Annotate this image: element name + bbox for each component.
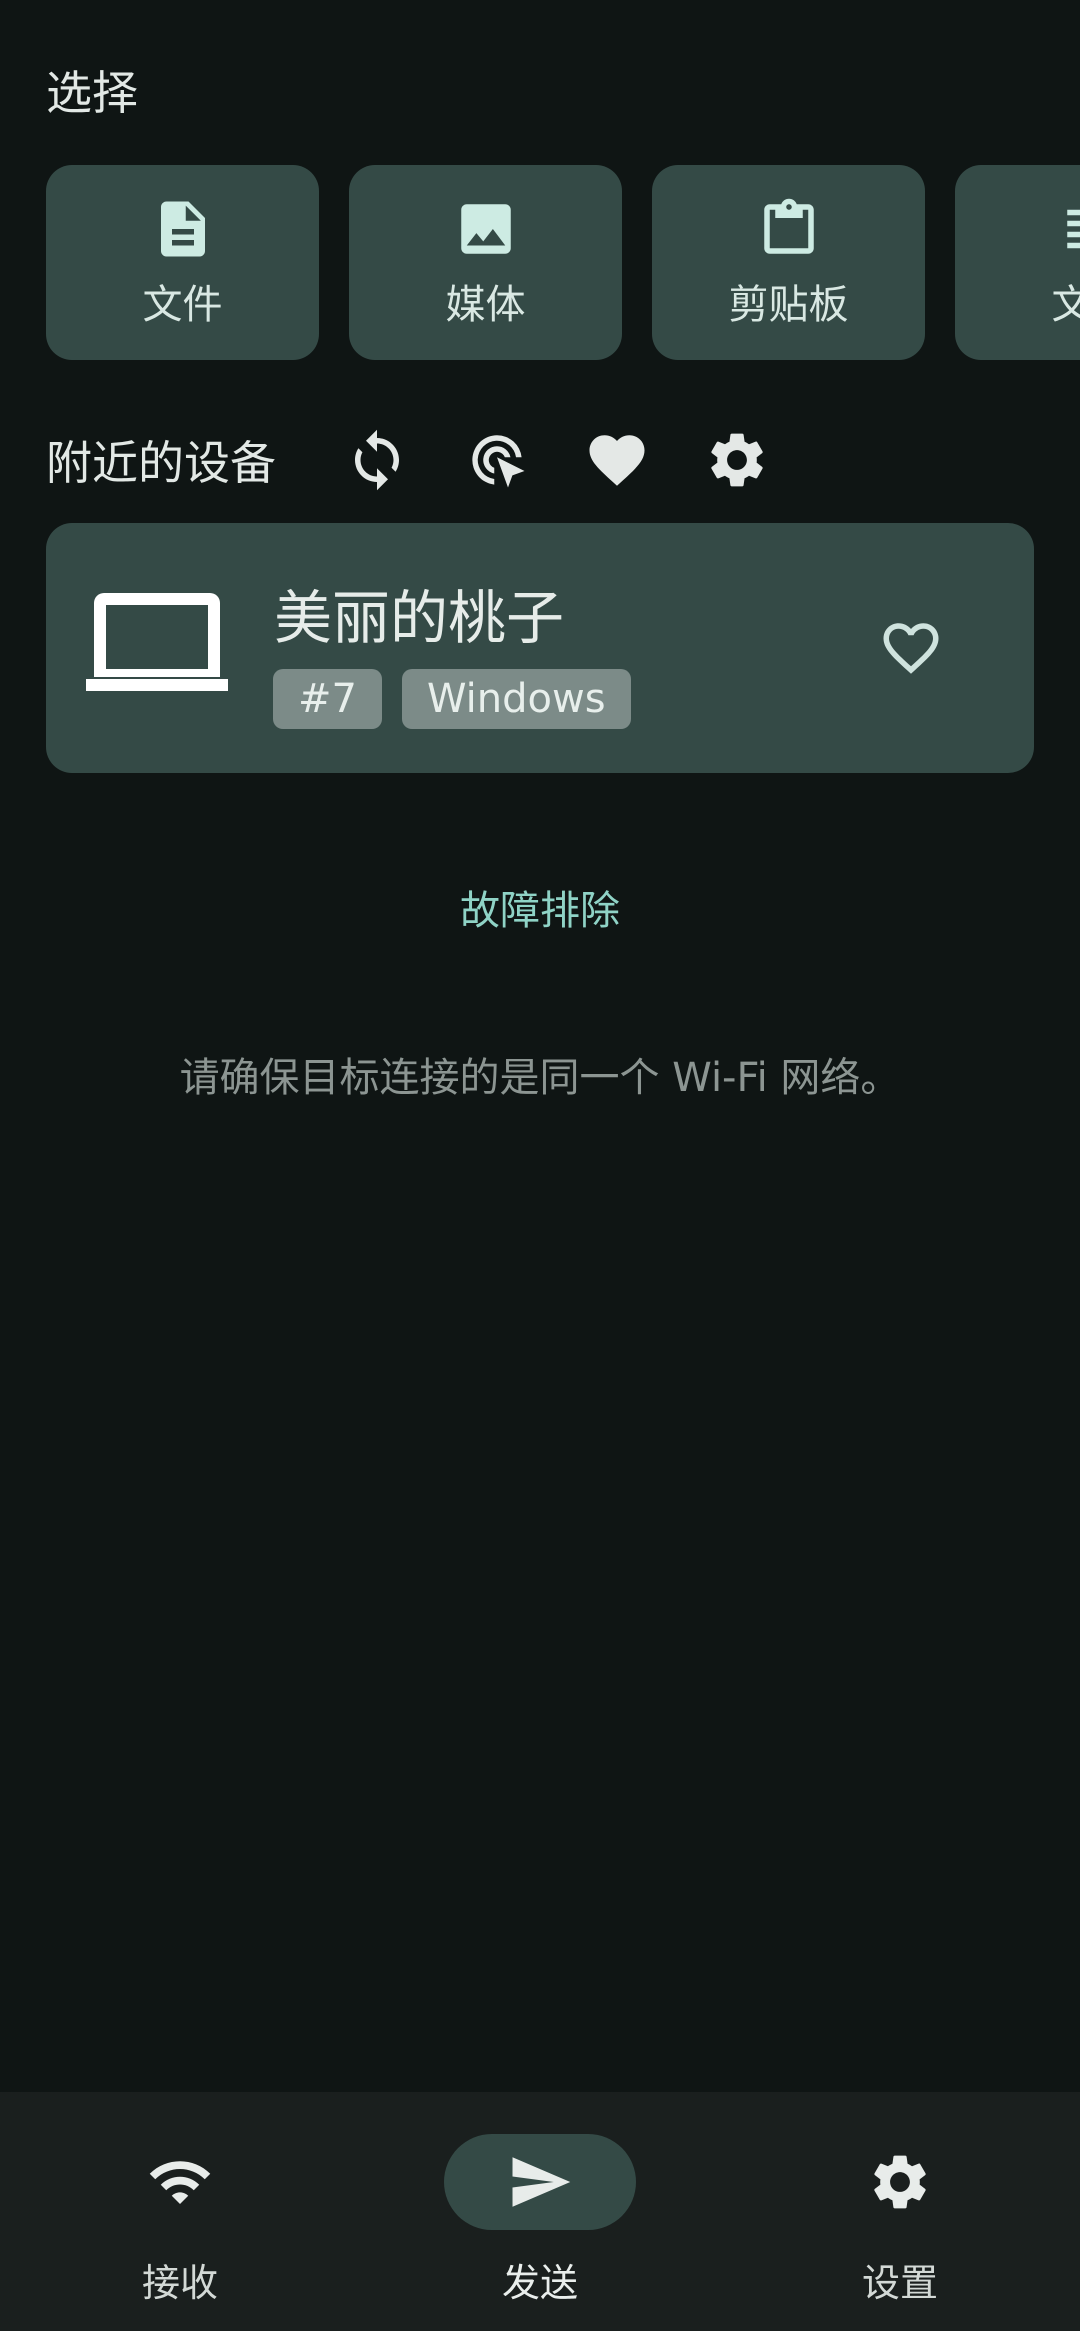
nearby-devices-title: 附近的设备 (46, 436, 276, 490)
manual-connect-button[interactable] (457, 420, 537, 500)
nearby-devices-header: 附近的设备 (46, 420, 276, 500)
nav-receive-indicator (84, 2134, 276, 2230)
pick-file-button[interactable]: 文件 (46, 165, 319, 360)
image-icon (460, 203, 511, 254)
laptop-icon (86, 583, 228, 711)
nav-settings-label: 设置 (861, 2261, 938, 2305)
pick-clipboard-button[interactable]: 剪贴板 (652, 165, 925, 360)
device-name: 美丽的桃子 (274, 584, 565, 652)
device-favorite-button[interactable] (876, 613, 946, 683)
pick-clipboard-label: 剪贴板 (728, 281, 849, 328)
scan-target-icon (472, 435, 525, 488)
clipboard-icon (763, 198, 814, 254)
send-settings-button[interactable] (697, 420, 777, 500)
select-section-title: 选择 (46, 66, 138, 120)
device-card[interactable]: 美丽的桃子 #7 Windows (46, 523, 1034, 773)
pick-text-label: 文本 (1051, 281, 1080, 328)
nav-receive[interactable]: 接收 (80, 2134, 280, 2305)
wifi-hint-text: 请确保目标连接的是同一个 Wi-Fi 网络。 (179, 1055, 901, 1101)
nav-send[interactable]: 发送 (440, 2134, 640, 2305)
send-icon (512, 2157, 571, 2207)
pick-text-button[interactable]: 文本 (955, 165, 1080, 360)
pick-media-label: 媒体 (445, 281, 526, 328)
favorites-heart-icon (589, 435, 645, 486)
text-icon (1066, 209, 1080, 248)
refresh-icon (355, 429, 399, 491)
file-icon (160, 201, 205, 256)
nav-send-label: 发送 (501, 2261, 578, 2305)
bottom-navigation: 接收 发送 设置 (0, 2092, 1080, 2331)
pick-button-row[interactable]: 文件 媒体 剪贴板 文本 (0, 165, 1080, 360)
send-screen: 选择 文件 媒体 剪贴板 文本 附近的设备 (0, 0, 1080, 2331)
gear-icon (874, 2155, 926, 2209)
nav-settings-indicator (804, 2134, 996, 2230)
wifi-icon (149, 2161, 211, 2204)
nav-settings[interactable]: 设置 (800, 2134, 1000, 2305)
device-os-tag: Windows (402, 669, 631, 729)
device-id-tag: #7 (273, 669, 382, 729)
favorites-button[interactable] (577, 420, 657, 500)
settings-gear-icon (711, 433, 763, 487)
troubleshoot-link[interactable]: 故障排除 (0, 878, 1080, 936)
nav-send-indicator (444, 2134, 636, 2230)
pick-file-label: 文件 (142, 281, 223, 328)
pick-media-button[interactable]: 媒体 (349, 165, 622, 360)
nav-receive-label: 接收 (141, 2261, 218, 2305)
heart-outline-icon (883, 623, 939, 674)
refresh-button[interactable] (337, 420, 417, 500)
